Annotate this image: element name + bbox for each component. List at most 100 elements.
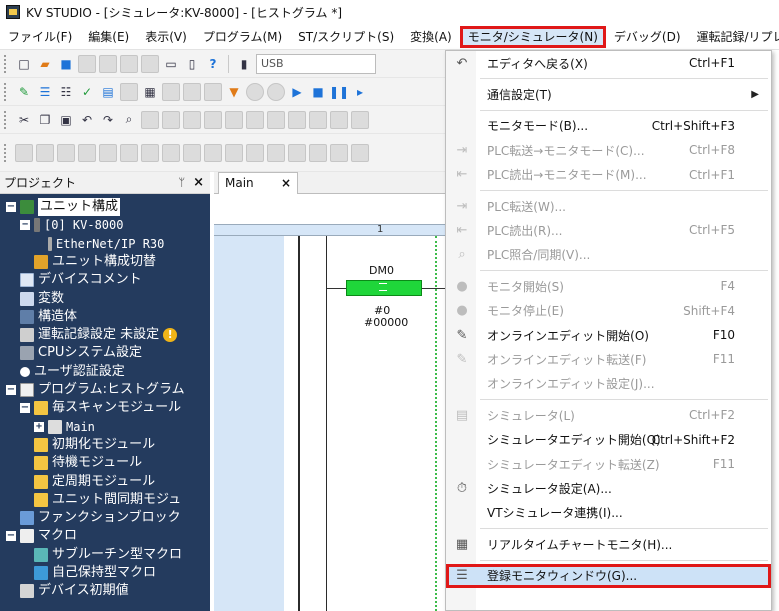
menu-file[interactable]: ファイル(F) — [0, 26, 80, 48]
menu-item[interactable]: ⇥ PLC転送→モニタモード(C)... Ctrl+F8 — [446, 138, 771, 162]
tree-item[interactable]: − [0] KV-8000 — [20, 216, 123, 234]
pin-icon[interactable]: ᛘ — [178, 176, 185, 189]
tree-item[interactable]: − 毎スキャンモジュール — [20, 399, 181, 417]
ladder-icon-a[interactable] — [15, 143, 33, 162]
undo-icon[interactable]: ↶ — [78, 111, 96, 129]
ladder-icon-l[interactable] — [246, 143, 264, 162]
menu-item[interactable]: モニタモード(B)... Ctrl+Shift+F3 — [446, 114, 771, 138]
menu-item[interactable]: ● モニタ開始(S) F4 — [446, 274, 771, 298]
tree-item[interactable]: + Main — [34, 418, 95, 436]
menu-item[interactable]: ● モニタ停止(E) Shift+F4 — [446, 299, 771, 323]
cut-icon[interactable]: ✂ — [15, 111, 33, 129]
menu-item[interactable]: オンラインエディット設定(J)... — [446, 372, 771, 396]
toolbar-icon-b[interactable] — [99, 54, 117, 73]
tree-item[interactable]: 運転記録設定 未設定! — [6, 326, 178, 344]
toolbar-grip[interactable] — [4, 110, 8, 129]
ladder-icon-m[interactable] — [267, 143, 285, 162]
expand-icon[interactable]: + — [34, 421, 44, 432]
menu-item[interactable]: ⇥ PLC転送(W)... — [446, 194, 771, 218]
ladder-icon-p[interactable] — [330, 143, 348, 162]
tree-item[interactable]: CPUシステム設定 — [6, 344, 142, 362]
run-icon[interactable]: ▶ — [288, 83, 306, 101]
monitor-stop-toolbar-icon[interactable] — [267, 82, 285, 101]
toolbar-icon-j[interactable] — [162, 110, 180, 129]
copy-icon[interactable]: ❐ — [36, 111, 54, 129]
help-icon[interactable]: ? — [204, 55, 222, 73]
collapse-icon[interactable]: − — [20, 220, 30, 231]
step-icon[interactable]: ▸ — [351, 83, 369, 101]
tree-item[interactable]: ユニット構成切替 — [20, 253, 156, 271]
tree-item[interactable]: 自己保持型マクロ — [20, 564, 156, 582]
menu-view[interactable]: 表示(V) — [137, 26, 195, 48]
ladder-editor[interactable]: 1 DM0 #0 #00000 — [214, 194, 445, 611]
redo-icon[interactable]: ↷ — [99, 111, 117, 129]
ladder-icon-k[interactable] — [225, 143, 243, 162]
collapse-icon[interactable]: − — [6, 531, 16, 542]
ladder-icon-c[interactable] — [57, 143, 75, 162]
tree-item[interactable]: 待機モジュール — [20, 454, 142, 472]
save-icon[interactable]: ■ — [57, 55, 75, 73]
tree-item[interactable]: ユーザ認証設定 — [6, 363, 125, 381]
toolbar-grip[interactable] — [4, 82, 8, 101]
ladder-icon-e[interactable] — [99, 143, 117, 162]
connection-icon[interactable]: ▮ — [235, 55, 253, 73]
menu-edit[interactable]: 編集(E) — [80, 26, 137, 48]
collapse-icon[interactable]: − — [6, 202, 16, 212]
menu-item[interactable]: シミュレータエディット開始(Q) Ctrl+Shift+F2 — [446, 428, 771, 452]
tree-item[interactable]: デバイスコメント — [6, 271, 142, 289]
toolbar-icon-f[interactable] — [162, 82, 180, 101]
ladder-icon-d[interactable] — [78, 143, 96, 162]
pause-icon[interactable]: ❚❚ — [329, 83, 349, 101]
tree-item[interactable]: − プログラム:ヒストグラム — [6, 381, 185, 399]
paste-icon[interactable]: ▣ — [57, 111, 75, 129]
toolbar-icon-h[interactable] — [204, 82, 222, 101]
menu-item[interactable]: シミュレータエディット転送(Z) F11 — [446, 452, 771, 476]
toolbar-grip[interactable] — [4, 143, 8, 162]
ladder-icon-b[interactable] — [36, 143, 54, 162]
chip-icon[interactable]: ▦ — [141, 83, 159, 101]
graph-icon[interactable]: ▤ — [99, 83, 117, 101]
menu-item[interactable]: ☰ 登録モニタウィンドウ(G)... — [446, 563, 771, 588]
ladder-icon-q[interactable] — [351, 143, 369, 162]
toolbar-icon-k[interactable] — [183, 110, 201, 129]
menu-monitor-simulator[interactable]: モニタ/シミュレータ(N) — [459, 25, 606, 48]
compare-contact[interactable] — [346, 280, 422, 296]
collapse-icon[interactable]: − — [20, 403, 30, 414]
tree-item[interactable]: ユニット間同期モジュ — [20, 491, 181, 509]
toolbar-icon-a[interactable] — [78, 54, 96, 73]
toolbar-icon-c[interactable] — [120, 54, 138, 73]
project-close-icon[interactable]: × — [193, 175, 204, 190]
menu-item[interactable]: ▤ シミュレータ(L) Ctrl+F2 — [446, 403, 771, 427]
toolbar-icon-l[interactable] — [204, 110, 222, 129]
tree-item[interactable]: 変数 — [6, 290, 64, 308]
menu-item[interactable]: 通信設定(T) ▶ — [446, 82, 771, 106]
tree-item[interactable]: EtherNet/IP R30 — [34, 235, 164, 253]
tree-item[interactable]: 定周期モジュール — [20, 473, 155, 491]
toolbar-icon-i[interactable] — [141, 110, 159, 129]
print-preview-icon[interactable]: ▯ — [183, 55, 201, 73]
print-icon[interactable]: ▭ — [162, 55, 180, 73]
toolbar-icon-d[interactable] — [141, 54, 159, 73]
connection-select[interactable]: USB — [256, 53, 376, 74]
indent-icon[interactable]: ☷ — [57, 83, 75, 101]
collapse-icon[interactable]: − — [6, 385, 16, 395]
stop-icon[interactable]: ■ — [309, 83, 327, 101]
toolbar-icon-q[interactable] — [309, 110, 327, 129]
edit-mode-icon[interactable]: ✎ — [15, 83, 33, 101]
toolbar-icon-r[interactable] — [330, 110, 348, 129]
tab-close-icon[interactable]: × — [281, 173, 291, 193]
ladder-icon-h[interactable] — [162, 143, 180, 162]
new-file-icon[interactable]: □ — [15, 55, 33, 73]
menu-st-script[interactable]: ST/スクリプト(S) — [290, 26, 402, 48]
ladder-icon-f[interactable] — [120, 143, 138, 162]
menu-item[interactable]: VTシミュレータ連携(I)... — [446, 501, 771, 525]
find-icon[interactable]: ⌕ — [120, 111, 138, 129]
menu-program[interactable]: プログラム(M) — [195, 26, 290, 48]
tree-item[interactable]: − マクロ — [6, 527, 77, 545]
toolbar-icon-p[interactable] — [288, 110, 306, 129]
menu-operation-record[interactable]: 運転記録/リプレイ(R — [689, 26, 779, 48]
menu-item[interactable]: ▦ リアルタイムチャートモニタ(H)... — [446, 532, 771, 556]
toolbar-grip[interactable] — [4, 54, 8, 73]
tree-item[interactable]: ファンクションブロック — [6, 509, 181, 527]
check-icon[interactable]: ✓ — [78, 83, 96, 101]
